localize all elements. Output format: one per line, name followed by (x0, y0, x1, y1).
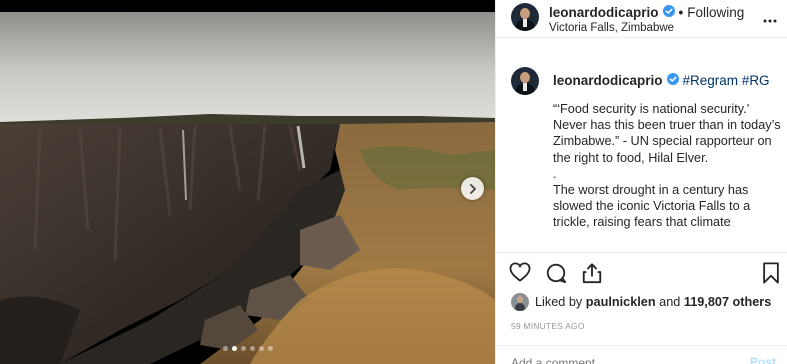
following-button[interactable]: Following (687, 4, 744, 21)
carousel-dot (249, 346, 255, 351)
share-button[interactable] (581, 262, 603, 289)
post-caption: leonardodicaprio #Regram #RG “‘Food secu… (511, 66, 781, 242)
likes-count-link[interactable]: 119,807 others (684, 295, 771, 309)
carousel-dot (231, 346, 237, 351)
liker-username-link[interactable]: paulnicklen (586, 295, 656, 309)
avatar[interactable] (511, 3, 539, 31)
post-comment-button[interactable]: Post (750, 355, 776, 364)
victoria-falls-gorge-image (0, 12, 495, 364)
heart-icon (509, 262, 531, 282)
caption-body: leonardodicaprio #Regram #RG “‘Food secu… (553, 66, 781, 242)
post-sidebar: leonardodicaprio • Following Victoria Fa… (495, 0, 787, 364)
post-header: leonardodicaprio • Following Victoria Fa… (496, 0, 787, 38)
carousel-dot (240, 346, 246, 351)
verified-badge-icon (666, 72, 679, 89)
share-icon (582, 263, 602, 284)
carousel-dot (267, 346, 273, 351)
post-photo[interactable] (0, 0, 495, 364)
avatar[interactable] (511, 67, 539, 95)
username-row: leonardodicaprio • Following (549, 4, 744, 21)
caption-paragraph: “‘Food security is national security.’ N… (553, 102, 781, 165)
carousel-dot (258, 346, 264, 351)
save-button[interactable] (762, 262, 780, 289)
comment-button[interactable] (545, 262, 567, 289)
carousel-indicator (0, 346, 495, 351)
username-link[interactable]: leonardodicaprio (549, 4, 659, 21)
post-header-meta: leonardodicaprio • Following Victoria Fa… (549, 4, 744, 34)
location-link[interactable]: Victoria Falls, Zimbabwe (549, 22, 744, 34)
liker-avatar[interactable] (511, 293, 529, 311)
verified-badge-icon (662, 4, 675, 21)
more-horizontal-icon (763, 19, 777, 23)
caption-username-row: leonardodicaprio #Regram #RG (553, 72, 781, 89)
comment-input[interactable] (511, 356, 711, 364)
bookmark-icon (763, 262, 779, 284)
likes-summary: Liked by paulnicklen and 119,807 others (511, 293, 771, 311)
comment-bar: Post (496, 345, 787, 364)
likes-prefix: Liked by (535, 295, 583, 309)
likes-connector: and (659, 295, 681, 309)
chevron-right-icon (469, 183, 476, 194)
caption-text: “‘Food security is national security.’ N… (553, 101, 781, 231)
caption-username-link[interactable]: leonardodicaprio (553, 72, 663, 89)
caption-paragraph: . (553, 166, 557, 181)
hashtag-links[interactable]: #Regram #RG (683, 72, 770, 89)
caption-paragraph: The worst drought in a century has slowe… (553, 183, 751, 230)
post-timestamp[interactable]: 59 MINUTES AGO (511, 321, 585, 331)
more-options-button[interactable] (763, 10, 777, 26)
post-actions (496, 252, 787, 290)
image-top-border (0, 0, 495, 12)
comment-icon (546, 263, 567, 284)
carousel-dot (222, 346, 228, 351)
like-button[interactable] (509, 262, 531, 287)
follow-separator: • (678, 5, 684, 20)
carousel-next-button[interactable] (461, 177, 484, 200)
